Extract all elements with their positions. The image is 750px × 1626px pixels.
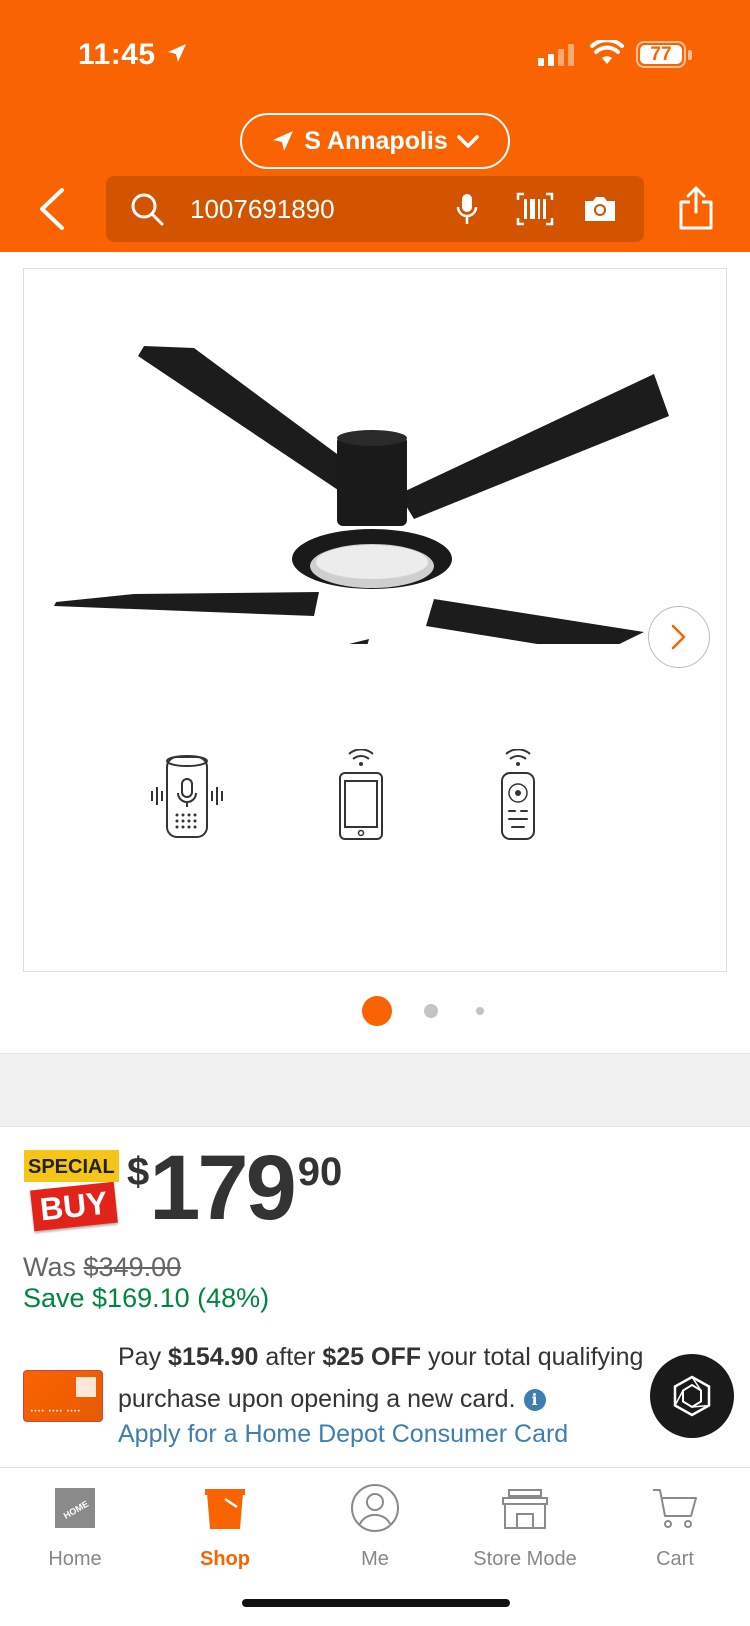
microphone-icon[interactable] bbox=[456, 192, 478, 226]
smartphone-wifi-icon bbox=[339, 749, 383, 840]
promo-pay-prefix: Pay bbox=[118, 1343, 162, 1371]
next-image-button[interactable] bbox=[648, 606, 710, 668]
tab-label: Store Mode bbox=[473, 1548, 577, 1570]
chevron-right-icon bbox=[671, 624, 686, 650]
battery-icon: 77 bbox=[636, 41, 686, 68]
tab-label: Home bbox=[48, 1548, 102, 1570]
search-input[interactable]: 1007691890 bbox=[106, 176, 644, 242]
tab-label: Me bbox=[361, 1548, 389, 1570]
price-cents: 90 bbox=[297, 1150, 343, 1194]
credit-card-image: •••• •••• •••• bbox=[23, 1370, 103, 1422]
tab-label: Cart bbox=[656, 1548, 694, 1570]
location-arrow-icon bbox=[273, 131, 294, 151]
cart-icon bbox=[653, 1489, 697, 1528]
promo-rest-line1: your total qualifying bbox=[427, 1343, 644, 1371]
share-icon[interactable] bbox=[678, 186, 714, 230]
info-icon[interactable]: i bbox=[523, 1389, 546, 1411]
promo-discount: $25 OFF bbox=[322, 1343, 422, 1371]
promo-line2: purchase upon opening a new card. bbox=[118, 1385, 516, 1413]
apply-card-link[interactable]: Apply for a Home Depot Consumer Card bbox=[118, 1420, 568, 1449]
was-label: Was bbox=[23, 1252, 76, 1282]
home-depot-logo-icon: HOME bbox=[55, 1488, 95, 1528]
tab-me[interactable]: Me bbox=[300, 1480, 450, 1571]
store-name: S Annapolis bbox=[304, 126, 448, 155]
bucket-icon bbox=[205, 1489, 245, 1529]
user-icon bbox=[351, 1484, 399, 1532]
card-number-graphic: •••• •••• •••• bbox=[30, 1408, 81, 1415]
image-pagination-dots bbox=[0, 996, 750, 1026]
store-icon bbox=[502, 1489, 548, 1529]
wifi-icon bbox=[590, 40, 624, 64]
pagination-dot-active[interactable] bbox=[362, 996, 392, 1026]
chevron-down-icon bbox=[457, 135, 479, 148]
pagination-dot[interactable] bbox=[424, 1004, 438, 1018]
product-price: $ 179 90 bbox=[127, 1142, 342, 1234]
ceiling-fan-image bbox=[54, 346, 669, 644]
smart-speaker-icon bbox=[151, 755, 223, 838]
top-header: 11:45 77 S Annapolis 1007691890 bbox=[0, 0, 750, 252]
search-icon bbox=[131, 193, 164, 226]
price-currency: $ bbox=[127, 1150, 150, 1194]
section-divider bbox=[0, 1053, 750, 1127]
camera-icon[interactable] bbox=[582, 194, 618, 224]
card-promo-text: Pay $154.90 after $25 OFF your total qua… bbox=[118, 1336, 678, 1420]
hexagon-assistant-icon bbox=[673, 1375, 711, 1417]
store-selector[interactable]: S Annapolis bbox=[240, 113, 510, 169]
tab-cart[interactable]: Cart bbox=[600, 1480, 750, 1571]
promo-pay-amount: $154.90 bbox=[168, 1343, 259, 1371]
was-amount: $349.00 bbox=[83, 1252, 182, 1282]
badge-buy-text: BUY bbox=[30, 1181, 118, 1232]
price-dollars: 179 bbox=[149, 1137, 296, 1239]
search-value: 1007691890 bbox=[190, 194, 335, 224]
tab-shop[interactable]: Shop bbox=[150, 1480, 300, 1571]
was-price: Was $349.00 bbox=[23, 1252, 181, 1283]
location-arrow-icon bbox=[168, 44, 186, 62]
savings-text: Save $169.10 (48%) bbox=[23, 1283, 270, 1313]
signal-icon bbox=[538, 42, 574, 66]
battery-cap bbox=[688, 50, 692, 60]
tab-store-mode[interactable]: Store Mode bbox=[450, 1480, 600, 1571]
home-depot-logo-icon bbox=[76, 1377, 96, 1397]
tab-label: Shop bbox=[200, 1548, 250, 1570]
status-time: 11:45 bbox=[78, 38, 156, 71]
pagination-dot[interactable] bbox=[476, 1007, 484, 1015]
promo-after-text: after bbox=[265, 1343, 316, 1371]
barcode-icon[interactable] bbox=[516, 192, 554, 226]
battery-level: 77 bbox=[640, 45, 682, 64]
product-image-gallery[interactable] bbox=[23, 268, 727, 972]
tab-home[interactable]: HOME Home bbox=[0, 1480, 150, 1571]
badge-special-text: SPECIAL bbox=[24, 1150, 119, 1182]
remote-control-icon bbox=[501, 749, 535, 840]
chat-assistant-button[interactable] bbox=[650, 1354, 734, 1438]
home-indicator bbox=[242, 1599, 510, 1607]
special-buy-badge: SPECIAL BUY bbox=[24, 1150, 119, 1232]
back-chevron-icon[interactable] bbox=[36, 186, 68, 232]
